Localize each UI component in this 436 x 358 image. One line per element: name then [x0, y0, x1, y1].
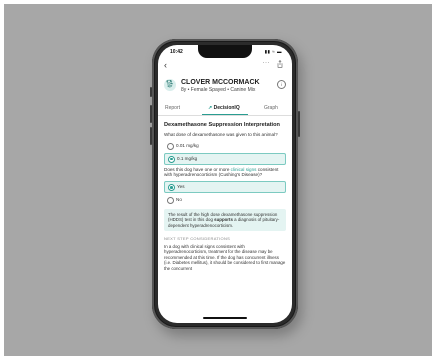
radio-icon[interactable] — [167, 196, 174, 204]
status-time: 10:42 — [170, 49, 183, 55]
result-box: The result of the high dose dexamethason… — [164, 208, 286, 231]
volume-up-button — [150, 105, 152, 123]
option-dose-high[interactable]: 0.1 mg/kg — [164, 152, 286, 165]
dog-icon: 🐕︎ — [164, 79, 176, 91]
option-no[interactable]: No — [164, 195, 286, 205]
status-icons: ▮▮ ≈ ▬ — [264, 49, 282, 54]
main-content: Dexamethasone Suppression Interpretation… — [164, 122, 286, 271]
section-label: NEXT STEP CONSIDERATIONS — [164, 236, 231, 241]
option-label: No — [176, 197, 182, 203]
question-text: Does this dog have one or more — [164, 166, 230, 172]
power-button — [298, 111, 300, 137]
volume-down-button — [150, 127, 152, 145]
tab-report[interactable]: Report — [165, 105, 180, 111]
nav-bar: ‹ ··· — [158, 60, 292, 72]
option-label: Yes — [177, 184, 185, 190]
sparkle-icon: ↗︎ — [208, 105, 213, 111]
notch — [198, 45, 252, 58]
tab-decisioniq-label: DecisionIQ — [213, 105, 240, 111]
radio-selected-icon[interactable] — [168, 155, 175, 163]
share-icon[interactable] — [277, 60, 283, 68]
tab-graph[interactable]: Graph — [264, 105, 278, 111]
radio-icon[interactable] — [167, 142, 174, 150]
page-title: Dexamethasone Suppression Interpretation — [164, 122, 280, 128]
phone-screen: 10:42 ▮▮ ≈ ▬ ‹ ··· 🐕︎ CLOVER MCCORMACK 8… — [158, 45, 292, 323]
home-indicator[interactable] — [203, 317, 247, 319]
clinical-signs-link[interactable]: clinical signs — [231, 167, 257, 172]
radio-selected-icon[interactable] — [168, 183, 175, 191]
patient-details: 8y • Female Spayed • Canine Mix — [181, 87, 256, 93]
phone-frame: 10:42 ▮▮ ≈ ▬ ‹ ··· 🐕︎ CLOVER MCCORMACK 8… — [150, 39, 300, 329]
option-label: 0.1 mg/kg — [177, 155, 198, 161]
question-clinical-signs: Does this dog have one or more clinical … — [164, 167, 286, 178]
patient-header: 🐕︎ CLOVER MCCORMACK 8y • Female Spayed •… — [164, 77, 286, 97]
result-emphasis: supports — [214, 217, 233, 223]
option-yes[interactable]: Yes — [164, 180, 286, 193]
mute-switch — [150, 87, 152, 97]
next-steps-text: In a dog with clinical signs consistent … — [164, 244, 286, 271]
active-tab-indicator — [202, 114, 248, 116]
question-dose: What dose of dexamethasone was given to … — [164, 132, 278, 137]
background: 10:42 ▮▮ ≈ ▬ ‹ ··· 🐕︎ CLOVER MCCORMACK 8… — [4, 4, 432, 356]
option-dose-low[interactable]: 0.01 mg/kg — [164, 141, 286, 151]
info-icon[interactable]: i — [277, 80, 286, 89]
more-icon[interactable]: ··· — [263, 60, 271, 66]
patient-name: CLOVER MCCORMACK — [181, 79, 260, 86]
option-label: 0.01 mg/kg — [176, 142, 199, 148]
back-icon[interactable]: ‹ — [164, 60, 167, 70]
tab-bar: Report ↗︎ DecisionIQ Graph — [158, 103, 292, 116]
tab-decisioniq[interactable]: ↗︎ DecisionIQ — [208, 105, 240, 111]
